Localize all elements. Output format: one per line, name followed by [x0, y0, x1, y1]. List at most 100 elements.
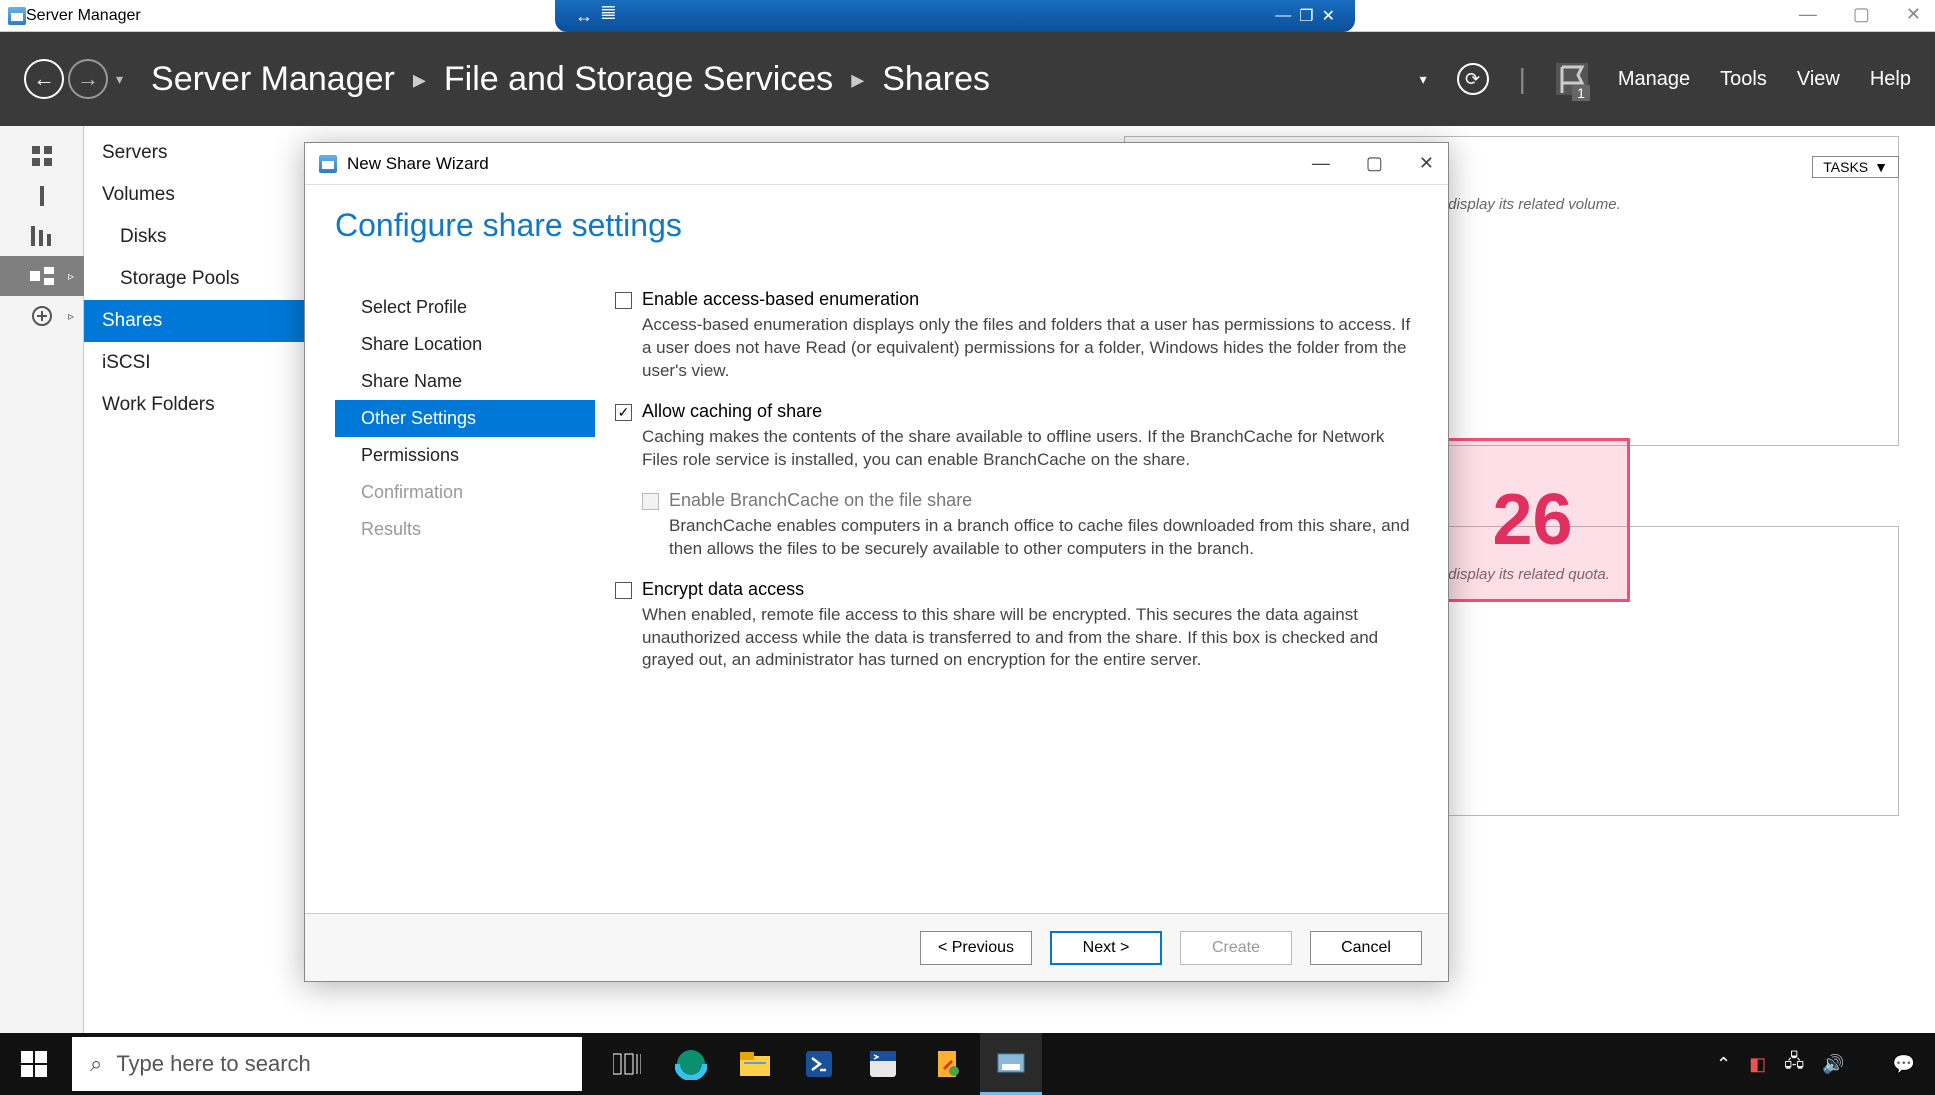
breadcrumb: Server Manager ▸ File and Storage Servic… — [151, 60, 990, 99]
forward-button: → — [68, 59, 108, 99]
refresh-button[interactable]: ⟳ — [1457, 63, 1489, 95]
create-button: Create — [1180, 931, 1292, 965]
file-explorer-icon[interactable] — [724, 1033, 786, 1095]
enable-abe-checkbox[interactable] — [615, 292, 632, 309]
signal-icon: 𝍤 — [601, 1, 616, 31]
header-dropdown-icon[interactable]: ▾ — [1420, 71, 1427, 88]
server-manager-icon — [8, 7, 26, 25]
minimize-button[interactable]: — — [1799, 4, 1817, 25]
dialog-close-button[interactable]: ✕ — [1419, 153, 1434, 174]
annotation-number: 26 — [1492, 479, 1572, 561]
tasks-label: TASKS — [1823, 159, 1868, 175]
menu-tools[interactable]: Tools — [1720, 68, 1767, 91]
menu-view[interactable]: View — [1797, 68, 1840, 91]
crumb-section[interactable]: File and Storage Services — [444, 60, 833, 99]
dialog-heading: Configure share settings — [335, 207, 682, 244]
sidebar-item-servers[interactable]: Servers — [84, 132, 304, 174]
sidebar-item-work-folders[interactable]: Work Folders — [84, 384, 304, 426]
wizard-steps: Select Profile Share Location Share Name… — [335, 207, 595, 913]
taskbar-search[interactable]: ⌕ Type here to search — [72, 1037, 582, 1091]
nav-sidebar: Servers Volumes Disks Storage Pools Shar… — [84, 126, 304, 1033]
network-icon[interactable]: 🖧 — [1784, 1049, 1804, 1079]
annotation-callout: 26 — [1435, 438, 1630, 602]
admin-tools-icon[interactable] — [916, 1033, 978, 1095]
outer-window-title: Server Manager — [26, 7, 141, 25]
wizard-icon — [319, 155, 337, 173]
icon-rail: ▹ ▹ — [0, 126, 84, 1033]
server-manager-taskbar-icon[interactable] — [980, 1033, 1042, 1095]
encrypt-data-desc: When enabled, remote file access to this… — [642, 604, 1418, 673]
separator: | — [1519, 63, 1526, 95]
wizard-content: Enable access-based enumeration Access-b… — [595, 207, 1418, 913]
notification-count: 1 — [1572, 85, 1590, 101]
move-icon: ↔ — [575, 6, 593, 27]
task-view-icon[interactable] — [596, 1033, 658, 1095]
enable-branchcache-checkbox — [642, 493, 659, 510]
volume-icon[interactable]: 🔊 — [1822, 1054, 1844, 1075]
inner-session-tab: ↔ 𝍤 — ❐ ✕ — [555, 0, 1355, 32]
file-services-icon[interactable]: ▹ — [0, 256, 84, 296]
taskbar: ⌕ Type here to search ⌃ ◧ 🖧 🔊 💬 — [0, 1033, 1935, 1095]
step-share-location[interactable]: Share Location — [335, 326, 595, 363]
sidebar-item-shares[interactable]: Shares — [84, 300, 304, 342]
remote-access-icon[interactable]: ▹ — [0, 296, 84, 336]
tasks-dropdown[interactable]: TASKS ▼ — [1812, 156, 1899, 178]
crumb-root[interactable]: Server Manager — [151, 60, 395, 99]
dialog-minimize-button[interactable]: — — [1312, 153, 1330, 174]
session-minimize-button[interactable]: — — [1275, 7, 1291, 25]
enable-abe-desc: Access-based enumeration displays only t… — [642, 314, 1418, 383]
local-server-icon[interactable] — [0, 176, 84, 216]
tray-status-icon[interactable]: ◧ — [1749, 1054, 1766, 1075]
chevron-right-icon: ▹ — [68, 309, 74, 323]
sidebar-item-storage-pools[interactable]: Storage Pools — [84, 258, 304, 300]
step-other-settings[interactable]: Other Settings — [335, 400, 595, 437]
chevron-right-icon: ▸ — [413, 64, 426, 95]
powershell-ise-icon[interactable] — [852, 1033, 914, 1095]
edge-icon[interactable] — [660, 1033, 722, 1095]
allow-caching-desc: Caching makes the contents of the share … — [642, 426, 1418, 472]
dashboard-icon[interactable] — [0, 136, 84, 176]
crumb-page[interactable]: Shares — [882, 60, 990, 99]
action-center-icon[interactable]: 💬 — [1893, 1054, 1915, 1075]
system-tray: ⌃ ◧ 🖧 🔊 💬 — [1716, 1049, 1935, 1079]
sidebar-item-volumes[interactable]: Volumes — [84, 174, 304, 216]
step-share-name[interactable]: Share Name — [335, 363, 595, 400]
dialog-title: New Share Wizard — [347, 154, 489, 174]
next-button[interactable]: Next > — [1050, 931, 1162, 965]
nav-buttons: ← → ▾ — [24, 59, 123, 99]
tray-up-icon[interactable]: ⌃ — [1716, 1054, 1731, 1075]
search-placeholder: Type here to search — [116, 1051, 310, 1077]
step-select-profile[interactable]: Select Profile — [335, 289, 595, 326]
all-servers-icon[interactable] — [0, 216, 84, 256]
dialog-maximize-button[interactable]: ▢ — [1366, 153, 1383, 174]
allow-caching-checkbox[interactable]: ✓ — [615, 404, 632, 421]
close-button[interactable]: ✕ — [1906, 4, 1921, 25]
step-permissions[interactable]: Permissions — [335, 437, 595, 474]
step-confirmation: Confirmation — [335, 474, 595, 511]
dialog-titlebar[interactable]: New Share Wizard — ▢ ✕ — [305, 143, 1448, 185]
chevron-right-icon: ▸ — [851, 64, 864, 95]
enable-abe-label: Enable access-based enumeration — [642, 289, 919, 310]
windows-logo-icon — [21, 1051, 47, 1077]
maximize-button[interactable]: ▢ — [1853, 4, 1870, 25]
encrypt-data-checkbox[interactable] — [615, 582, 632, 599]
dialog-footer: < Previous Next > Create Cancel — [305, 913, 1448, 981]
back-button[interactable]: ← — [24, 59, 64, 99]
previous-button[interactable]: < Previous — [920, 931, 1032, 965]
session-close-button[interactable]: ✕ — [1322, 6, 1335, 26]
powershell-icon[interactable] — [788, 1033, 850, 1095]
history-dropdown-icon[interactable]: ▾ — [116, 71, 123, 88]
notifications-flag-icon[interactable]: 1 — [1556, 63, 1588, 95]
search-icon: ⌕ — [90, 1051, 102, 1077]
menu-manage[interactable]: Manage — [1618, 68, 1690, 91]
sidebar-item-iscsi[interactable]: iSCSI — [84, 342, 304, 384]
encrypt-data-label: Encrypt data access — [642, 579, 804, 600]
menu-help[interactable]: Help — [1870, 68, 1911, 91]
sidebar-item-disks[interactable]: Disks — [84, 216, 304, 258]
chevron-down-icon: ▼ — [1874, 159, 1888, 175]
outer-window-controls: — ▢ ✕ — [1799, 4, 1921, 25]
session-restore-button[interactable]: ❐ — [1299, 6, 1313, 26]
enable-branchcache-desc: BranchCache enables computers in a branc… — [669, 515, 1418, 561]
cancel-button[interactable]: Cancel — [1310, 931, 1422, 965]
start-button[interactable] — [0, 1033, 68, 1095]
